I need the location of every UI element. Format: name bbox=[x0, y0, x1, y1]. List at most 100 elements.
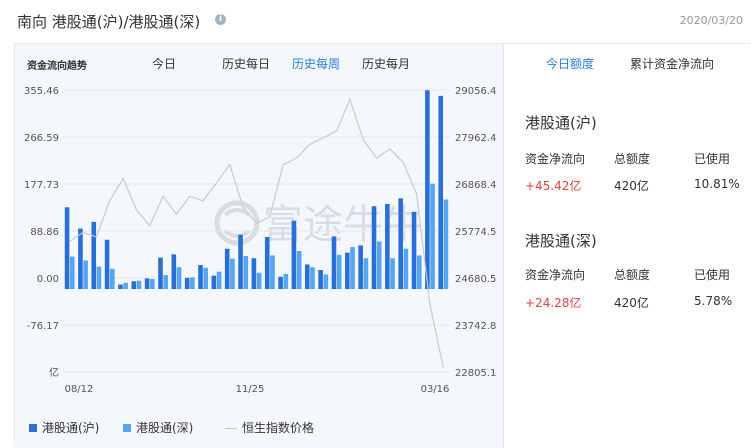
bar-sz bbox=[363, 258, 369, 290]
x-tick-label: 03/16 bbox=[421, 384, 450, 395]
y-axis-right: 29056.4 27962.4 26868.4 25774.5 24680.5 23742… bbox=[455, 86, 496, 379]
page-title: 南向 港股通(沪)/港股通(深) bbox=[17, 13, 201, 31]
bar-sh bbox=[278, 276, 283, 290]
bar-sh bbox=[131, 281, 137, 290]
x-tick-label: 11/25 bbox=[236, 384, 265, 395]
bar-sz bbox=[296, 250, 302, 290]
chart-tabs: 资金流向趋势 今日 历史每日 历史每周 历史每月 bbox=[15, 55, 503, 72]
bar-sh bbox=[184, 277, 190, 290]
y-left-tick-label: -76.17 bbox=[27, 321, 59, 332]
tab-today-quota[interactable]: 今日额度 bbox=[546, 55, 594, 72]
bar-series bbox=[64, 90, 449, 290]
bar-sz bbox=[390, 258, 395, 290]
header-total-quota-sz: 总额度 bbox=[614, 268, 651, 282]
header-used-sh: 已使用 bbox=[694, 152, 731, 166]
bar-sz bbox=[216, 271, 222, 290]
header-total-quota-sh: 总额度 bbox=[614, 152, 651, 166]
bar-sz bbox=[430, 183, 435, 290]
bar-sz bbox=[110, 268, 115, 290]
bar-sh bbox=[118, 284, 123, 290]
bar-sz bbox=[230, 258, 235, 290]
y-right-tick-label: 24680.5 bbox=[455, 274, 496, 285]
tab-history-weekly[interactable]: 历史每周 bbox=[292, 55, 340, 72]
header-net-flow-sh: 资金净流向 bbox=[525, 152, 586, 166]
header-used-sz: 已使用 bbox=[694, 268, 731, 282]
bar-sh bbox=[158, 257, 163, 290]
bar-sz bbox=[416, 255, 422, 290]
bar-sz bbox=[350, 247, 355, 290]
legend-label-sz: 港股通(深) bbox=[136, 421, 194, 435]
section-title-sh: 港股通(沪) bbox=[525, 114, 597, 132]
y-axis-left: 355.46 266.59 177.73 88.86 0.00 -76.17 亿 bbox=[24, 86, 59, 379]
bar-sz bbox=[69, 256, 75, 290]
bar-sh bbox=[264, 236, 270, 290]
chart-panel: 资金流向趋势 今日 历史每日 历史每周 历史每月 富途牛牛 355.46 266.… bbox=[15, 44, 503, 448]
bar-sz bbox=[203, 267, 209, 290]
bar-sz bbox=[270, 255, 275, 290]
net-flow-value-sz: +24.28亿 bbox=[525, 296, 582, 310]
y-left-tick-label: 355.46 bbox=[24, 86, 59, 97]
y-right-tick-label: 27962.4 bbox=[455, 133, 496, 144]
bar-sh bbox=[211, 275, 217, 290]
bar-sz bbox=[83, 260, 88, 290]
page-header: 南向 港股通(沪)/港股通(深) i 2020/03/20 bbox=[0, 0, 751, 40]
bar-sh bbox=[171, 254, 177, 290]
bar-sh bbox=[358, 245, 363, 290]
bar-sz bbox=[96, 266, 102, 290]
bar-sh bbox=[425, 90, 430, 290]
bar-sz bbox=[283, 273, 289, 290]
bar-sh bbox=[91, 221, 97, 290]
section-title-sz: 港股通(深) bbox=[525, 232, 597, 250]
bar-sh bbox=[144, 278, 150, 290]
bar-sz bbox=[190, 277, 195, 290]
y-left-tick-label: 88.86 bbox=[30, 227, 59, 238]
x-axis: 08/12 11/25 03/16 bbox=[65, 384, 450, 395]
bar-sz bbox=[150, 278, 155, 290]
y-right-tick-label: 29056.4 bbox=[455, 86, 496, 97]
used-value-sh: 10.81% bbox=[694, 177, 740, 191]
legend-swatch-index bbox=[225, 428, 237, 429]
bar-sz bbox=[243, 256, 249, 290]
legend-item-sz[interactable]: 港股通(深) bbox=[123, 419, 193, 436]
bar-sh bbox=[78, 228, 83, 290]
tab-cumulative-flow[interactable]: 累计资金净流向 bbox=[630, 55, 714, 72]
bar-sh bbox=[198, 264, 203, 290]
y-left-tick-label: 0.00 bbox=[37, 274, 59, 285]
bar-sz bbox=[376, 241, 382, 290]
tab-today[interactable]: 今日 bbox=[152, 55, 176, 72]
legend-label-sh: 港股通(沪) bbox=[42, 421, 100, 435]
bar-sz bbox=[123, 282, 128, 290]
y-left-tick-label: 177.73 bbox=[24, 180, 59, 191]
tab-history-monthly[interactable]: 历史每月 bbox=[362, 55, 410, 72]
legend-item-index[interactable]: 恒生指数价格 bbox=[225, 419, 314, 436]
fund-flow-chart: 富途牛牛 355.46266.59177.7388.860.00-76.17亿 … bbox=[24, 86, 496, 395]
legend-label-index: 恒生指数价格 bbox=[242, 421, 315, 435]
y-right-tick-label: 22805.1 bbox=[455, 368, 496, 379]
quota-panel: 今日额度 累计资金净流向 港股通(沪) 资金净流向 总额度 已使用 +45.42… bbox=[503, 44, 751, 448]
main-panel: 资金流向趋势 今日 历史每日 历史每周 历史每月 富途牛牛 355.46 266.… bbox=[14, 43, 751, 448]
header-date: 2020/03/20 bbox=[679, 14, 743, 27]
bar-sh bbox=[251, 258, 257, 290]
bar-sh bbox=[345, 252, 350, 290]
total-quota-value-sz: 420亿 bbox=[614, 296, 649, 310]
bar-sh bbox=[331, 236, 337, 290]
bar-sz bbox=[323, 274, 329, 290]
bar-sh bbox=[385, 203, 390, 290]
bar-sh bbox=[318, 270, 323, 290]
bar-sh bbox=[438, 95, 444, 290]
gridlines bbox=[63, 89, 450, 373]
x-tick-label: 08/12 bbox=[65, 384, 94, 395]
legend-swatch-sh bbox=[29, 424, 37, 432]
y-right-tick-label: 23742.8 bbox=[455, 321, 496, 332]
bar-sh bbox=[238, 234, 243, 290]
used-value-sz: 5.78% bbox=[694, 294, 733, 308]
bar-sz bbox=[336, 254, 342, 290]
tab-history-daily[interactable]: 历史每日 bbox=[222, 55, 270, 72]
bar-sh bbox=[224, 248, 230, 290]
info-icon[interactable]: i bbox=[215, 14, 226, 25]
bar-sh bbox=[104, 239, 110, 290]
legend-item-sh[interactable]: 港股通(沪) bbox=[29, 419, 99, 436]
y-left-tick-label: 266.59 bbox=[24, 133, 59, 144]
bar-sh bbox=[371, 206, 377, 290]
y-left-tick-label: 亿 bbox=[49, 366, 59, 379]
